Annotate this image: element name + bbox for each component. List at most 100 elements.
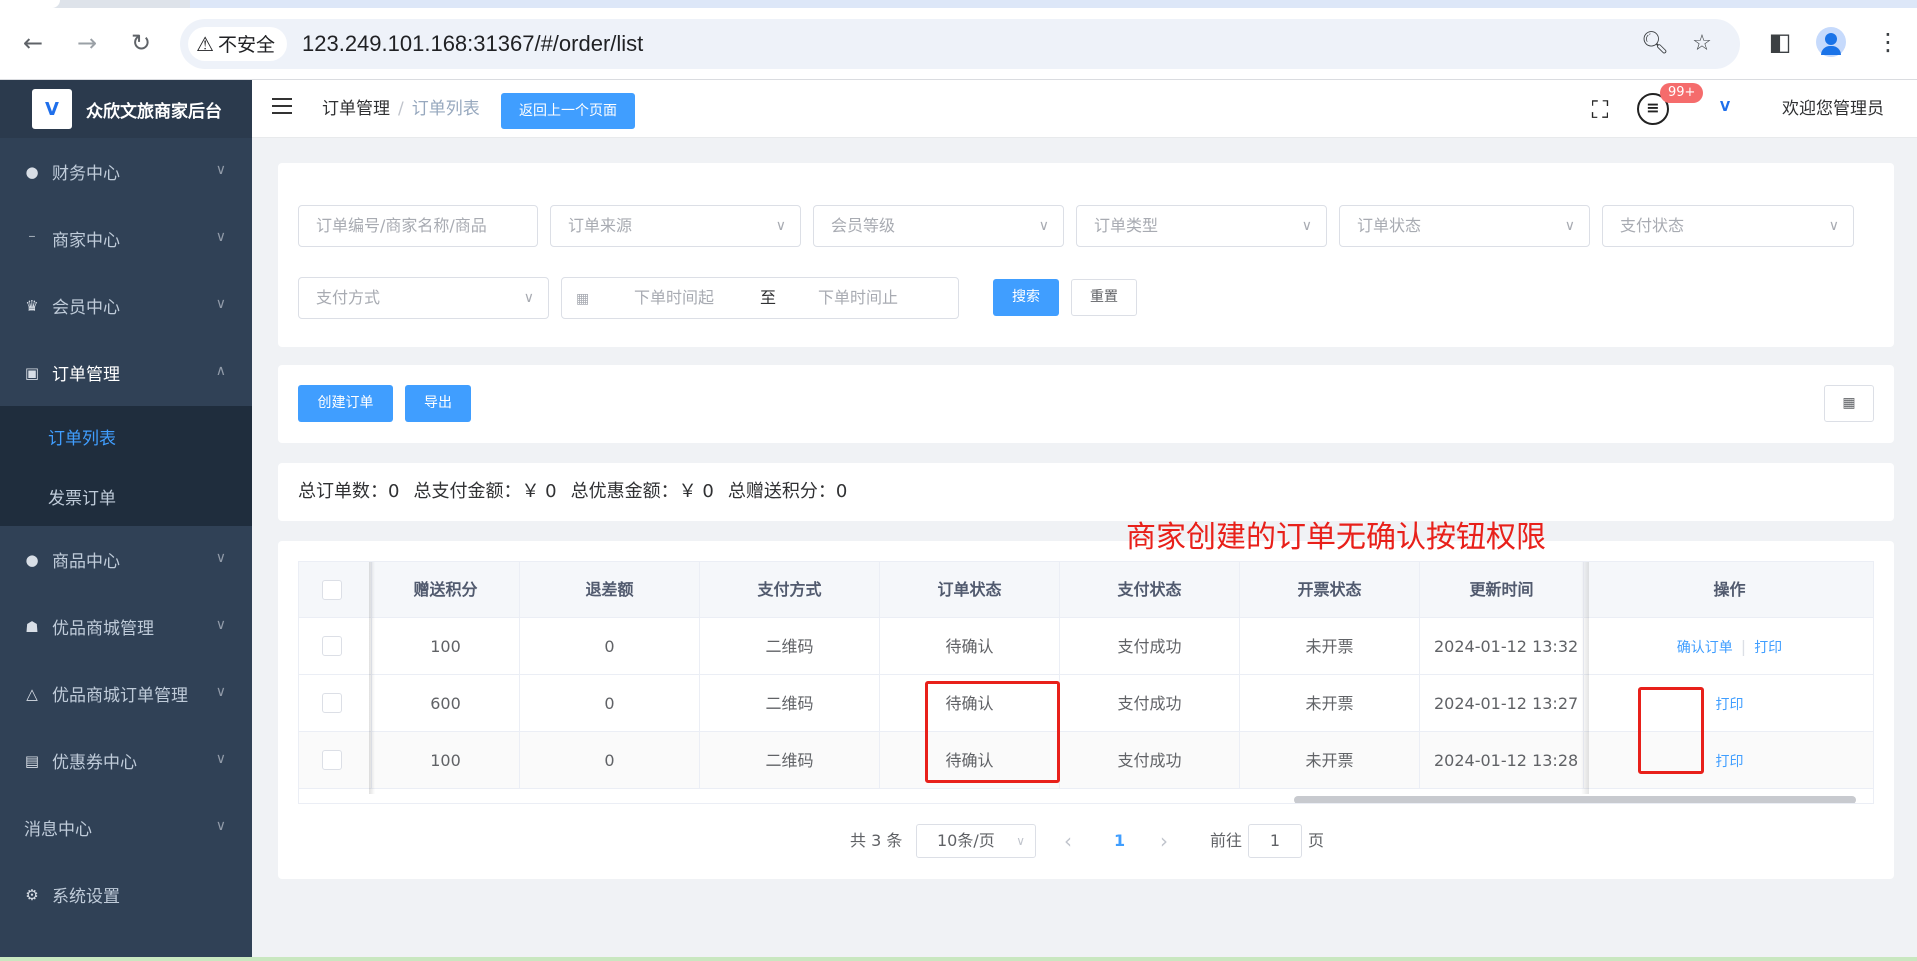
select-all-checkbox[interactable] bbox=[322, 580, 342, 600]
message-badge: 99+ bbox=[1660, 83, 1704, 103]
toolbar-panel: 创建订单 导出 ▦ bbox=[278, 365, 1894, 443]
sidebar-item-messages[interactable]: 消息中心 ∨ bbox=[0, 794, 252, 861]
back-page-button[interactable]: 返回上一个页面 bbox=[501, 93, 635, 129]
pay-status-select[interactable]: 支付状态 ∨ bbox=[1602, 205, 1854, 247]
column-settings-grid-icon[interactable]: ▦ bbox=[1824, 385, 1874, 422]
date-end-input[interactable]: 下单时间止 bbox=[818, 278, 898, 318]
brand-logo-icon: V bbox=[32, 89, 72, 129]
confirm-order-link[interactable]: 确认订单 bbox=[1677, 640, 1733, 656]
forward-arrow-icon[interactable]: → bbox=[70, 26, 104, 60]
hamburger-icon[interactable] bbox=[272, 98, 292, 118]
fixed-column-shadow bbox=[369, 562, 375, 794]
annotation-text: 商家创建的订单无确认按钮权限 bbox=[1126, 520, 1546, 555]
cell-pay-method: 二维码 bbox=[700, 618, 880, 675]
money-bag-icon: ● bbox=[25, 162, 39, 181]
print-link[interactable]: 打印 bbox=[1716, 697, 1744, 713]
cell-points: 100 bbox=[372, 618, 520, 675]
col-header-actions: 操作 bbox=[1713, 580, 1746, 599]
sidebar-subitem-order-list[interactable]: 订单列表 bbox=[0, 406, 252, 466]
sidebar-item-settings[interactable]: ⚙ 系统设置 bbox=[0, 861, 252, 928]
col-header-points: 赠送积分 bbox=[372, 562, 520, 618]
breadcrumb-root[interactable]: 订单管理 bbox=[322, 99, 390, 119]
url-text[interactable]: 123.249.101.168:31367/#/order/list bbox=[302, 19, 643, 69]
reload-icon[interactable]: ↻ bbox=[124, 26, 158, 60]
sidebar-item-coupons[interactable]: ▤ 优惠券中心 ∨ bbox=[0, 727, 252, 794]
search-button[interactable]: 搜索 bbox=[993, 279, 1059, 316]
security-chip[interactable]: ⚠ 不安全 bbox=[188, 27, 287, 61]
cell-refund: 0 bbox=[520, 618, 700, 675]
shop-icon: ☗ bbox=[25, 617, 39, 636]
sidebar-item-merchant[interactable]: ⁻ 商家中心 ∨ bbox=[0, 205, 252, 272]
export-button[interactable]: 导出 bbox=[405, 385, 471, 422]
reset-button[interactable]: 重置 bbox=[1071, 279, 1137, 316]
chevron-down-icon: ∨ bbox=[215, 296, 226, 312]
order-keyword-input[interactable]: 订单编号/商家名称/商品 bbox=[298, 205, 538, 247]
date-range-picker[interactable]: ▦ 下单时间起 至 下单时间止 bbox=[561, 277, 959, 319]
tab-strip bbox=[0, 0, 1917, 8]
app-title: 众欣文旅商家后台 bbox=[86, 101, 222, 122]
row-checkbox[interactable] bbox=[322, 636, 342, 656]
sidebar-item-member[interactable]: ♛ 会员中心 ∨ bbox=[0, 272, 252, 339]
page-number-current[interactable]: 1 bbox=[1114, 824, 1125, 858]
chevron-up-icon: ∧ bbox=[215, 363, 226, 379]
sidebar-item-finance[interactable]: ● 财务中心 ∨ bbox=[0, 138, 252, 205]
pay-method-select[interactable]: 支付方式 ∨ bbox=[298, 277, 549, 319]
browser-chrome: ← → ↻ ⚠ 不安全 123.249.101.168:31367/#/order… bbox=[0, 0, 1917, 80]
sidebar-item-orders[interactable]: ▣ 订单管理 ∧ bbox=[0, 339, 252, 406]
row-checkbox[interactable] bbox=[322, 750, 342, 770]
prev-page-button[interactable]: ‹ bbox=[1064, 824, 1072, 858]
summary-total-orders: 总订单数：0 bbox=[298, 481, 400, 502]
header-logo-icon: V bbox=[1720, 100, 1731, 115]
bookmark-star-icon[interactable]: ☆ bbox=[1687, 29, 1717, 59]
sidebar-item-goods[interactable]: ● 商品中心 ∨ bbox=[0, 526, 252, 593]
cell-invoice-status: 未开票 bbox=[1240, 675, 1420, 732]
top-header: 订单管理 / 订单列表 返回上一个页面 ⛶ ≡ 99+ V 欢迎您管理员 bbox=[252, 80, 1917, 138]
date-start-input[interactable]: 下单时间起 bbox=[634, 278, 714, 318]
zoom-icon[interactable]: 🔍︎ bbox=[1640, 29, 1670, 59]
cell-updated: 2024-01-12 13:32 bbox=[1420, 618, 1584, 675]
side-panel-icon[interactable]: ◧ bbox=[1762, 24, 1798, 60]
col-header-refund: 退差额 bbox=[520, 562, 700, 618]
chevron-down-icon: ∨ bbox=[1038, 218, 1049, 234]
profile-avatar-icon[interactable] bbox=[1816, 27, 1846, 57]
order-type-select[interactable]: 订单类型 ∨ bbox=[1076, 205, 1327, 247]
print-link[interactable]: 打印 bbox=[1716, 754, 1744, 770]
cell-actions: 打印 bbox=[1584, 732, 1873, 789]
sidebar-item-mall-orders[interactable]: △ 优品商城订单管理 ∨ bbox=[0, 660, 252, 727]
goto-page-input[interactable]: 1 bbox=[1248, 824, 1302, 858]
cell-pay-status: 支付成功 bbox=[1060, 618, 1240, 675]
sidebar-item-mall[interactable]: ☗ 优品商城管理 ∨ bbox=[0, 593, 252, 660]
summary-total-paid: 总支付金额：￥ 0 bbox=[413, 481, 557, 502]
back-arrow-icon[interactable]: ← bbox=[16, 26, 50, 60]
chevron-down-icon: ∨ bbox=[1016, 834, 1025, 848]
fullscreen-icon[interactable]: ⛶ bbox=[1586, 96, 1614, 124]
orders-submenu: 订单列表 发票订单 bbox=[0, 406, 252, 526]
sidebar-subitem-invoice-orders[interactable]: 发票订单 bbox=[0, 466, 252, 526]
order-source-select[interactable]: 订单来源 ∨ bbox=[550, 205, 801, 247]
date-separator: 至 bbox=[760, 288, 777, 307]
create-order-button[interactable]: 创建订单 bbox=[298, 385, 393, 422]
chevron-down-icon: ∨ bbox=[215, 751, 226, 767]
cell-points: 600 bbox=[372, 675, 520, 732]
next-page-button[interactable]: › bbox=[1160, 824, 1168, 858]
filter-panel: 订单编号/商家名称/商品 订单来源 ∨ 会员等级 ∨ 订单类型 ∨ 订单状态 ∨ 支付状… bbox=[278, 163, 1894, 347]
member-level-select[interactable]: 会员等级 ∨ bbox=[813, 205, 1064, 247]
address-bar[interactable]: ⚠ 不安全 123.249.101.168:31367/#/order/list … bbox=[180, 19, 1740, 69]
clipboard-icon: ▣ bbox=[24, 363, 40, 382]
pagination-total: 共 3 条 bbox=[850, 831, 903, 850]
page-size-select[interactable]: 10条/页 ∨ bbox=[916, 824, 1036, 858]
calendar-icon: ▦ bbox=[576, 291, 590, 307]
cell-invoice-status: 未开票 bbox=[1240, 732, 1420, 789]
print-link[interactable]: 打印 bbox=[1754, 640, 1782, 656]
welcome-text[interactable]: 欢迎您管理员 bbox=[1782, 80, 1884, 138]
more-menu-icon[interactable]: ⋮ bbox=[1870, 24, 1906, 60]
select-all-cell bbox=[299, 562, 372, 618]
row-checkbox[interactable] bbox=[322, 693, 342, 713]
horizontal-scrollbar[interactable] bbox=[1294, 796, 1856, 803]
breadcrumb: 订单管理 / 订单列表 bbox=[322, 99, 480, 119]
crown-icon: ♛ bbox=[25, 296, 39, 315]
order-status-select[interactable]: 订单状态 ∨ bbox=[1339, 205, 1590, 247]
cell-updated: 2024-01-12 13:28 bbox=[1420, 732, 1584, 789]
cell-points: 100 bbox=[372, 732, 520, 789]
cell-pay-method: 二维码 bbox=[700, 732, 880, 789]
